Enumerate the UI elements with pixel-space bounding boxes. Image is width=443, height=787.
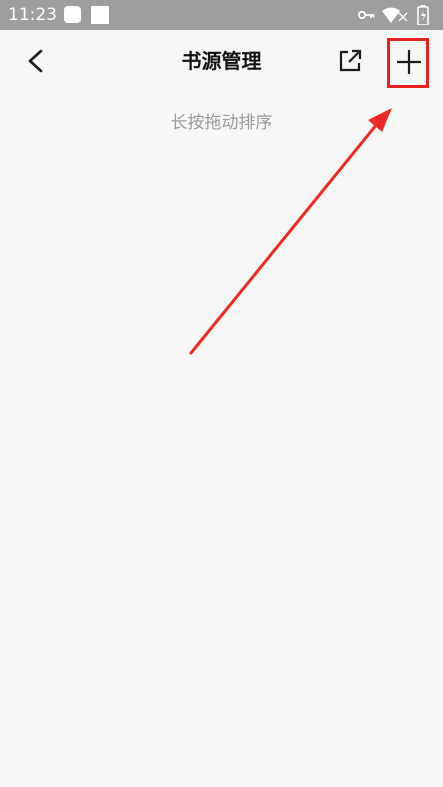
chevron-left-icon <box>28 49 43 73</box>
add-button[interactable] <box>393 46 425 78</box>
status-time: 11:23 <box>8 5 57 25</box>
status-bar: 11:23 <box>0 0 443 30</box>
battery-icon <box>417 5 429 25</box>
back-button[interactable] <box>14 40 56 82</box>
drag-sort-hint: 长按拖动排序 <box>170 113 273 133</box>
external-share-icon <box>339 49 362 72</box>
wifi-x-icon <box>398 12 408 22</box>
notification-square-icon <box>64 6 81 23</box>
page-title: 书源管理 <box>181 49 262 73</box>
share-button[interactable] <box>331 42 369 80</box>
vpn-key-icon <box>357 10 375 20</box>
status-icons <box>357 5 437 25</box>
toolbar: 书源管理 <box>0 30 443 92</box>
plus-icon <box>397 50 421 74</box>
notification-box-icon <box>91 6 109 24</box>
